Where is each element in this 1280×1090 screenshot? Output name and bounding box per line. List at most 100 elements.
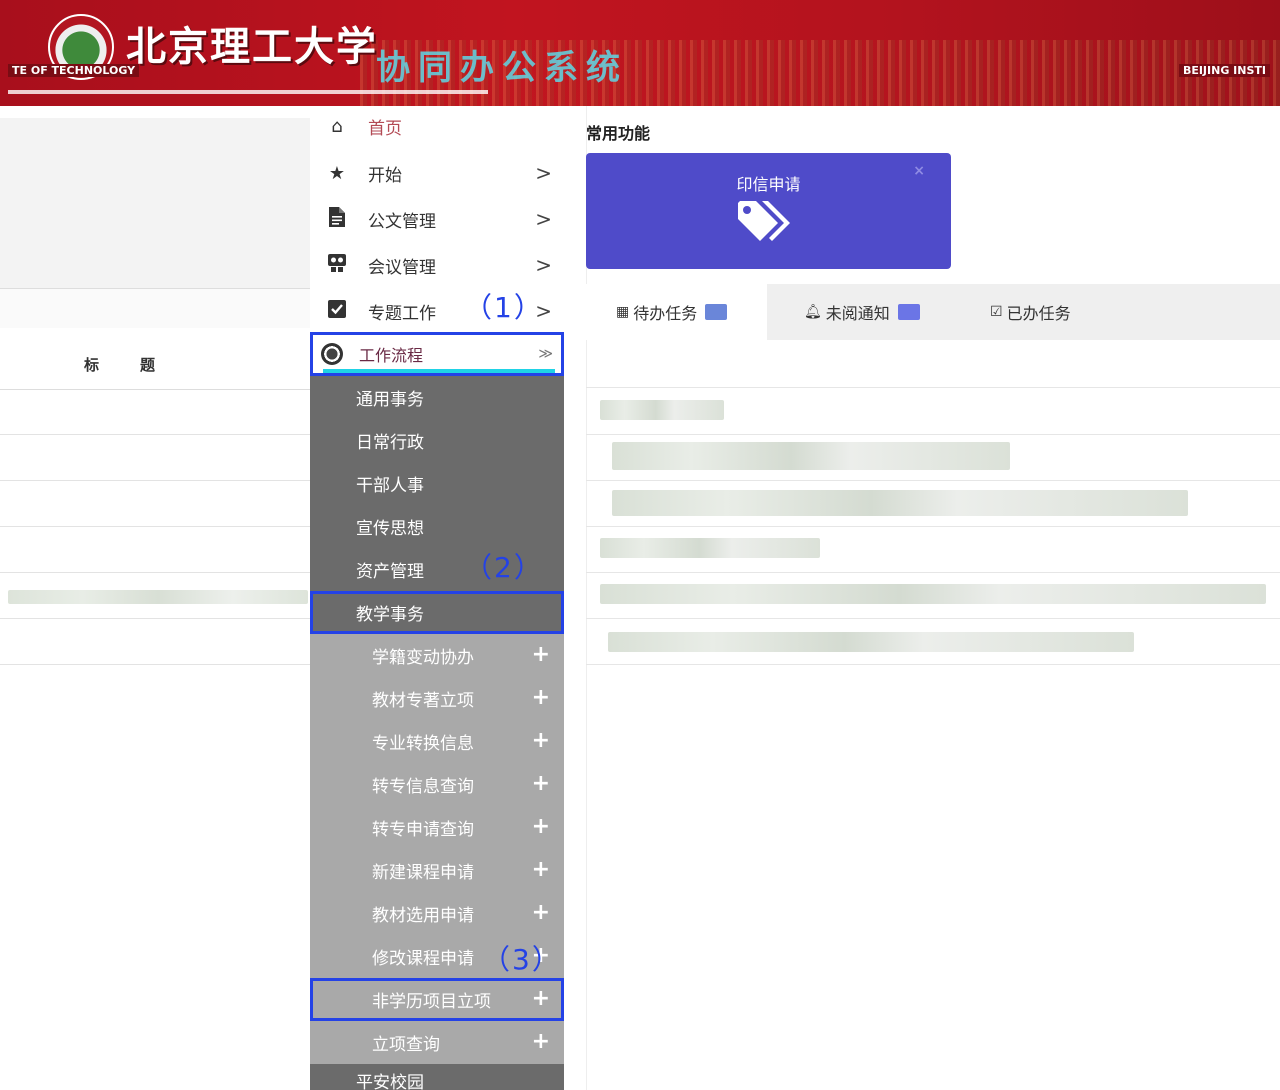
chevron-right-icon: > bbox=[535, 253, 552, 277]
teaching-item-label: 修改课程申请 bbox=[372, 949, 474, 969]
plus-icon[interactable]: + bbox=[532, 1029, 550, 1054]
menu-item-label: 公文管理 bbox=[368, 211, 436, 232]
menu-item-meetings[interactable]: 会议管理 > bbox=[310, 242, 564, 288]
submenu-item-general[interactable]: 通用事务 bbox=[310, 376, 564, 419]
teaching-item-textbook-select[interactable]: 教材选用申请 + bbox=[310, 892, 564, 935]
menu-item-label: 开始 bbox=[368, 165, 402, 186]
common-functions-title: 常用功能 bbox=[586, 124, 651, 143]
plus-icon[interactable]: + bbox=[532, 771, 550, 796]
blurred-task-text bbox=[600, 400, 724, 420]
checkbox-icon bbox=[322, 299, 352, 323]
workflow-icon bbox=[321, 343, 343, 365]
teaching-item-label: 教材专著立项 bbox=[372, 691, 474, 711]
count-badge bbox=[705, 304, 728, 320]
table-row[interactable] bbox=[0, 664, 310, 665]
task-tabs: ▦ 待办任务 🔔︎ 未阅通知 ☑ 已办任务 bbox=[586, 284, 1280, 340]
table-row[interactable] bbox=[0, 618, 310, 619]
menu-item-documents[interactable]: 公文管理 > bbox=[310, 196, 564, 242]
blurred-row-text bbox=[8, 590, 308, 604]
teaching-item-major-transfer[interactable]: 专业转换信息 + bbox=[310, 720, 564, 763]
plus-icon[interactable]: + bbox=[532, 685, 550, 710]
teaching-item-label: 新建课程申请 bbox=[372, 863, 474, 883]
teaching-item-textbook-project[interactable]: 教材专著立项 + bbox=[310, 677, 564, 720]
table-row[interactable] bbox=[0, 572, 310, 573]
plus-icon[interactable]: + bbox=[532, 728, 550, 753]
calendar-check-icon: ☑ bbox=[990, 304, 1003, 320]
teaching-item-project-query[interactable]: 立项查询 + bbox=[310, 1021, 564, 1064]
tab-pending-tasks[interactable]: ▦ 待办任务 bbox=[586, 284, 767, 340]
chevron-right-icon: > bbox=[535, 161, 552, 185]
star-icon: ★ bbox=[328, 162, 346, 184]
tab-done-tasks[interactable]: ☑ 已办任务 bbox=[990, 284, 1130, 340]
menu-item-label: 首页 bbox=[368, 118, 402, 139]
header-divider bbox=[8, 90, 488, 94]
university-name-en-left: TE OF TECHNOLOGY bbox=[8, 64, 140, 77]
left-toolbar bbox=[0, 288, 310, 328]
tab-label: 待办任务 bbox=[633, 304, 698, 323]
home-icon: ⌂ bbox=[331, 115, 343, 137]
left-content-area: 标 题 bbox=[0, 106, 310, 1090]
task-row[interactable] bbox=[586, 526, 1280, 527]
submenu-level-2: 学籍变动协办 + 教材专著立项 + 专业转换信息 + 转专信息查询 + 转专申请查询 + … bbox=[310, 634, 564, 1064]
chevron-down-icon: ≫ bbox=[538, 346, 553, 362]
task-row[interactable] bbox=[586, 434, 1280, 435]
university-name: 北京理工大学 bbox=[126, 23, 378, 70]
teaching-item-label: 非学历项目立项 bbox=[372, 992, 491, 1012]
category-highlight-bar bbox=[323, 369, 555, 373]
table-row[interactable] bbox=[0, 480, 310, 481]
close-icon[interactable]: × bbox=[913, 163, 925, 179]
menu-category-label: 工作流程 bbox=[359, 346, 424, 365]
callout-step-2: （2） bbox=[464, 551, 544, 584]
task-row[interactable] bbox=[586, 664, 1280, 665]
teaching-item-transfer-apply-query[interactable]: 转专申请查询 + bbox=[310, 806, 564, 849]
chevron-right-icon: > bbox=[535, 207, 552, 231]
table-row[interactable] bbox=[0, 526, 310, 527]
plus-icon[interactable]: + bbox=[532, 642, 550, 667]
callout-step-3: （3） bbox=[482, 943, 562, 976]
system-name: 协同办公系统 bbox=[376, 48, 628, 88]
task-row[interactable] bbox=[586, 387, 1280, 388]
teaching-item-label: 教材选用申请 bbox=[372, 906, 474, 926]
teaching-item-label: 学籍变动协办 bbox=[372, 648, 474, 668]
seal-apply-title: 印信申请 bbox=[736, 175, 801, 194]
submenu-item-publicity[interactable]: 宣传思想 bbox=[310, 505, 564, 548]
blurred-task-text bbox=[600, 538, 820, 558]
tab-label: 已办任务 bbox=[1006, 304, 1071, 323]
menu-category-workflow[interactable]: 工作流程 ≫ bbox=[310, 332, 564, 376]
plus-icon[interactable]: + bbox=[532, 814, 550, 839]
tab-label: 未阅通知 bbox=[825, 304, 890, 323]
menu-item-home[interactable]: ⌂ 首页 bbox=[310, 106, 564, 146]
teaching-item-label: 专业转换信息 bbox=[372, 734, 474, 754]
table-row[interactable] bbox=[0, 434, 310, 435]
tags-icon bbox=[738, 201, 790, 241]
count-badge bbox=[897, 304, 920, 320]
right-panel: 常用功能 印信申请 × ▦ 待办任务 🔔︎ 未阅通知 ☑ 已办任务 bbox=[564, 106, 1280, 1090]
plus-icon[interactable]: + bbox=[532, 857, 550, 882]
submenu-level-1: 通用事务 日常行政 干部人事 宣传思想 资产管理 教学事务 bbox=[310, 376, 564, 634]
app-header: 北京理工大学 协同办公系统 TE OF TECHNOLOGY BEIJING I… bbox=[0, 0, 1280, 106]
menu-item-start[interactable]: ★ 开始 > bbox=[310, 150, 564, 196]
task-row[interactable] bbox=[586, 618, 1280, 619]
submenu-item-teaching[interactable]: 教学事务 bbox=[310, 591, 564, 634]
tab-unread-notices[interactable]: 🔔︎ 未阅通知 bbox=[804, 284, 964, 340]
submenu-item-safe-campus[interactable]: 平安校园 bbox=[310, 1064, 564, 1090]
task-row[interactable] bbox=[586, 572, 1280, 573]
blurred-task-text bbox=[612, 490, 1188, 516]
callout-step-1: （1） bbox=[464, 291, 544, 324]
seal-apply-card[interactable]: 印信申请 × bbox=[586, 153, 951, 269]
left-top-panel bbox=[0, 118, 310, 288]
blurred-task-text bbox=[612, 442, 1010, 470]
submenu-item-daily-admin[interactable]: 日常行政 bbox=[310, 419, 564, 462]
teaching-item-label: 转专信息查询 bbox=[372, 777, 474, 797]
plus-icon[interactable]: + bbox=[532, 900, 550, 925]
teaching-item-status-change[interactable]: 学籍变动协办 + bbox=[310, 634, 564, 677]
blurred-task-text bbox=[600, 584, 1266, 604]
plus-icon[interactable]: + bbox=[532, 986, 550, 1011]
teaching-item-label: 立项查询 bbox=[372, 1035, 440, 1055]
teaching-item-new-course[interactable]: 新建课程申请 + bbox=[310, 849, 564, 892]
submenu-item-personnel[interactable]: 干部人事 bbox=[310, 462, 564, 505]
table-header-char-1: 标 bbox=[84, 356, 100, 374]
teaching-item-transfer-info-query[interactable]: 转专信息查询 + bbox=[310, 763, 564, 806]
teaching-item-non-degree-project[interactable]: 非学历项目立项 + bbox=[310, 978, 564, 1021]
task-row[interactable] bbox=[586, 480, 1280, 481]
